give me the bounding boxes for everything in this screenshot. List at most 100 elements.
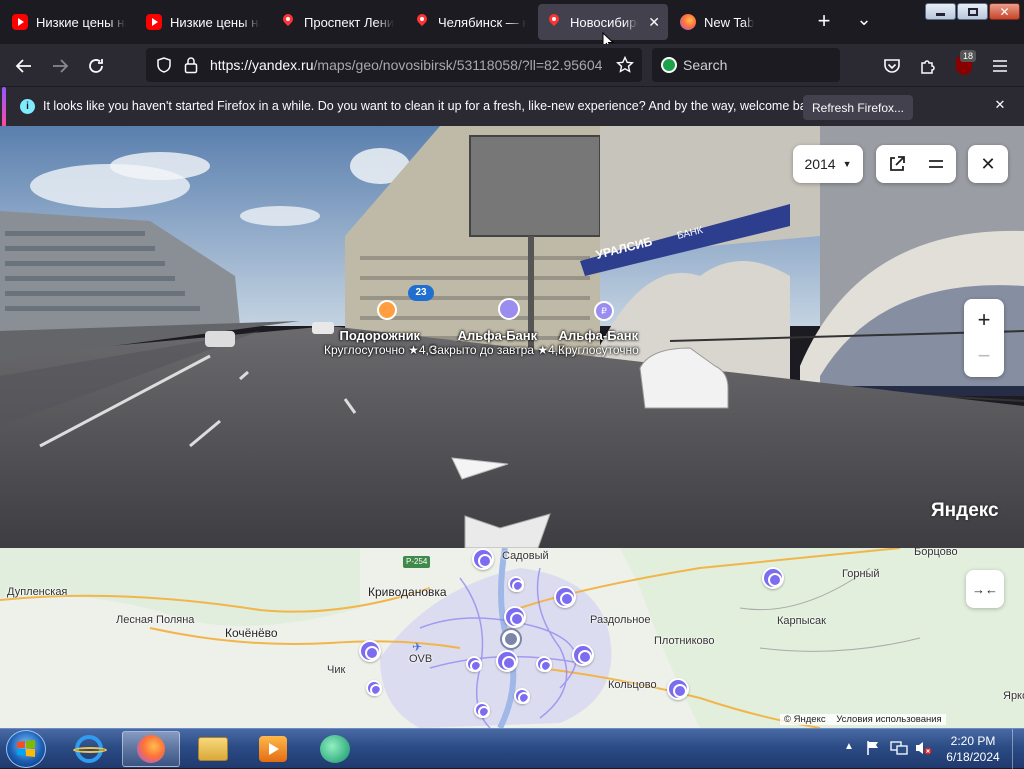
internet-explorer-icon — [73, 735, 107, 763]
hamburger-menu-icon — [993, 60, 1007, 72]
map-place-label: Кочёнёво — [225, 626, 278, 640]
share-icon[interactable] — [888, 155, 906, 173]
pocket-icon — [884, 59, 900, 73]
action-center-flag-icon[interactable] — [866, 740, 880, 756]
tab-youtube-1[interactable]: Низкие цены на — [4, 4, 134, 40]
restore-button[interactable] — [957, 3, 988, 20]
bookmark-star-icon[interactable] — [616, 56, 634, 74]
map-poi-pin[interactable] — [359, 640, 381, 662]
map-place-label: Раздольное — [590, 614, 651, 626]
volume-muted-icon[interactable] — [914, 740, 932, 756]
copyright-text[interactable]: © Яндекс — [784, 714, 826, 725]
map-poi-pin[interactable] — [508, 576, 524, 592]
tab-label: Челябинск — ка — [438, 14, 526, 30]
map-poi-pin[interactable] — [554, 586, 576, 608]
windows-logo-icon — [17, 740, 35, 757]
zoom-out-button[interactable]: − — [978, 338, 991, 374]
map-poi-pin[interactable] — [366, 680, 382, 696]
tab-strip: Низкие цены на Низкие цены на Проспект Л… — [0, 0, 1024, 50]
forward-button[interactable] — [48, 54, 72, 78]
map-poi-pin[interactable] — [496, 650, 518, 672]
extensions-button[interactable] — [916, 54, 940, 78]
tab-label: Проспект Ленина — [304, 14, 394, 30]
network-icon[interactable] — [890, 740, 908, 756]
windows-taskbar: ▲ 2:20 PM 6/18/2024 — [0, 728, 1024, 769]
back-button[interactable] — [12, 54, 36, 78]
pocket-button[interactable] — [880, 54, 904, 78]
zoom-in-button[interactable]: + — [978, 302, 991, 338]
navigation-toolbar: https://yandex.ru/maps/geo/novosibirsk/5… — [0, 44, 1024, 86]
search-input[interactable]: Search — [683, 57, 727, 73]
close-tab-icon[interactable]: ✕ — [648, 14, 660, 31]
map-poi-pin[interactable] — [504, 606, 526, 628]
reload-icon — [89, 59, 103, 73]
show-hidden-icons-button[interactable]: ▲ — [844, 741, 854, 752]
mini-map[interactable]: Р-254 Садовый Борцово Горный Дупленская … — [0, 548, 1024, 728]
poi-alfa-bank-1[interactable]: Альфа-Банк Закрыто до завтра ★4,5 — [430, 328, 565, 357]
search-engine-icon[interactable] — [661, 57, 677, 73]
map-poi-pin[interactable] — [466, 656, 482, 672]
tab-new-tab[interactable]: New Tab — [672, 4, 802, 40]
tab-prospekt-lenina[interactable]: Проспект Ленина — [272, 4, 402, 40]
url-text[interactable]: https://yandex.ru/maps/geo/novosibirsk/5… — [210, 57, 605, 73]
map-poi-pin[interactable] — [667, 678, 689, 700]
atm-poi-icon[interactable]: ₽ — [594, 301, 614, 321]
taskbar-internet-explorer[interactable] — [60, 731, 118, 767]
tab-youtube-2[interactable]: Низкие цены на — [138, 4, 268, 40]
menu-lines-icon[interactable] — [928, 158, 944, 170]
bus-stop-badge[interactable]: 23 — [408, 285, 434, 301]
lock-icon[interactable] — [184, 56, 198, 74]
poi-podorozhnik[interactable]: Подорожник Круглосуточно ★4,0 — [324, 328, 436, 357]
map-place-label: Яркое — [1003, 690, 1024, 702]
map-poi-pin[interactable] — [514, 688, 530, 704]
app-menu-button[interactable] — [988, 54, 1012, 78]
green-app-icon — [320, 735, 350, 763]
shop-poi-icon[interactable] — [377, 300, 397, 320]
taskbar-file-explorer[interactable] — [184, 731, 242, 767]
poi-title: Альфа-Банк — [558, 328, 639, 343]
start-button[interactable] — [6, 730, 46, 768]
url-bar[interactable]: https://yandex.ru/maps/geo/novosibirsk/5… — [146, 48, 642, 82]
taskbar-media-player[interactable] — [244, 731, 302, 767]
current-location-marker[interactable] — [502, 630, 520, 648]
close-window-button[interactable]: ✕ — [989, 3, 1020, 20]
taskbar-app-green[interactable] — [306, 731, 364, 767]
tab-label: Низкие цены на — [170, 14, 260, 30]
map-poi-pin[interactable] — [472, 548, 494, 570]
forward-arrow-icon — [53, 59, 69, 73]
search-bar[interactable]: Search — [652, 48, 840, 82]
system-clock[interactable]: 2:20 PM 6/18/2024 — [940, 733, 1006, 765]
show-desktop-button[interactable] — [1012, 729, 1024, 769]
poi-subtitle: Закрыто до завтра ★4,5 — [430, 343, 565, 357]
close-panorama-button[interactable]: ✕ — [968, 145, 1008, 183]
clock-time: 2:20 PM — [950, 734, 996, 748]
collapse-map-button[interactable]: →← — [966, 570, 1004, 608]
list-all-tabs-button[interactable]: ⌄ — [852, 10, 876, 34]
shield-icon[interactable] — [156, 57, 172, 73]
terms-link[interactable]: Условия использования — [836, 714, 941, 725]
notification-accent — [2, 87, 6, 127]
poi-alfa-bank-2[interactable]: Альфа-Банк Круглосуточно — [558, 328, 639, 357]
map-place-label: Садовый — [502, 550, 549, 562]
map-poi-pin[interactable] — [474, 702, 490, 718]
minimize-icon — [936, 13, 945, 16]
new-tab-button[interactable]: + — [812, 10, 836, 34]
refresh-firefox-button[interactable]: Refresh Firefox... — [803, 95, 913, 120]
taskbar-firefox[interactable] — [122, 731, 180, 767]
folder-icon — [198, 737, 228, 761]
tab-chelyabinsk[interactable]: Челябинск — ка — [406, 4, 534, 40]
dropdown-arrow-icon: ▼ — [842, 159, 852, 169]
map-poi-pin[interactable] — [762, 567, 784, 589]
ublock-extension-button[interactable]: 18 — [952, 50, 977, 78]
minimize-button[interactable] — [925, 3, 956, 20]
year-select[interactable]: 2014 ▼ — [793, 145, 863, 183]
puzzle-icon — [921, 60, 935, 74]
bank-poi-icon[interactable] — [498, 298, 520, 320]
street-panorama[interactable]: УРАЛСИБ БАНК 23 ₽ Подорожник Круглосуточ… — [0, 126, 1024, 548]
reload-button[interactable] — [84, 54, 108, 78]
close-notification-icon[interactable]: ✕ — [992, 97, 1008, 113]
back-arrow-icon — [15, 59, 31, 73]
map-poi-pin[interactable] — [536, 656, 552, 672]
map-poi-pin[interactable] — [572, 644, 594, 666]
youtube-icon — [146, 14, 162, 30]
